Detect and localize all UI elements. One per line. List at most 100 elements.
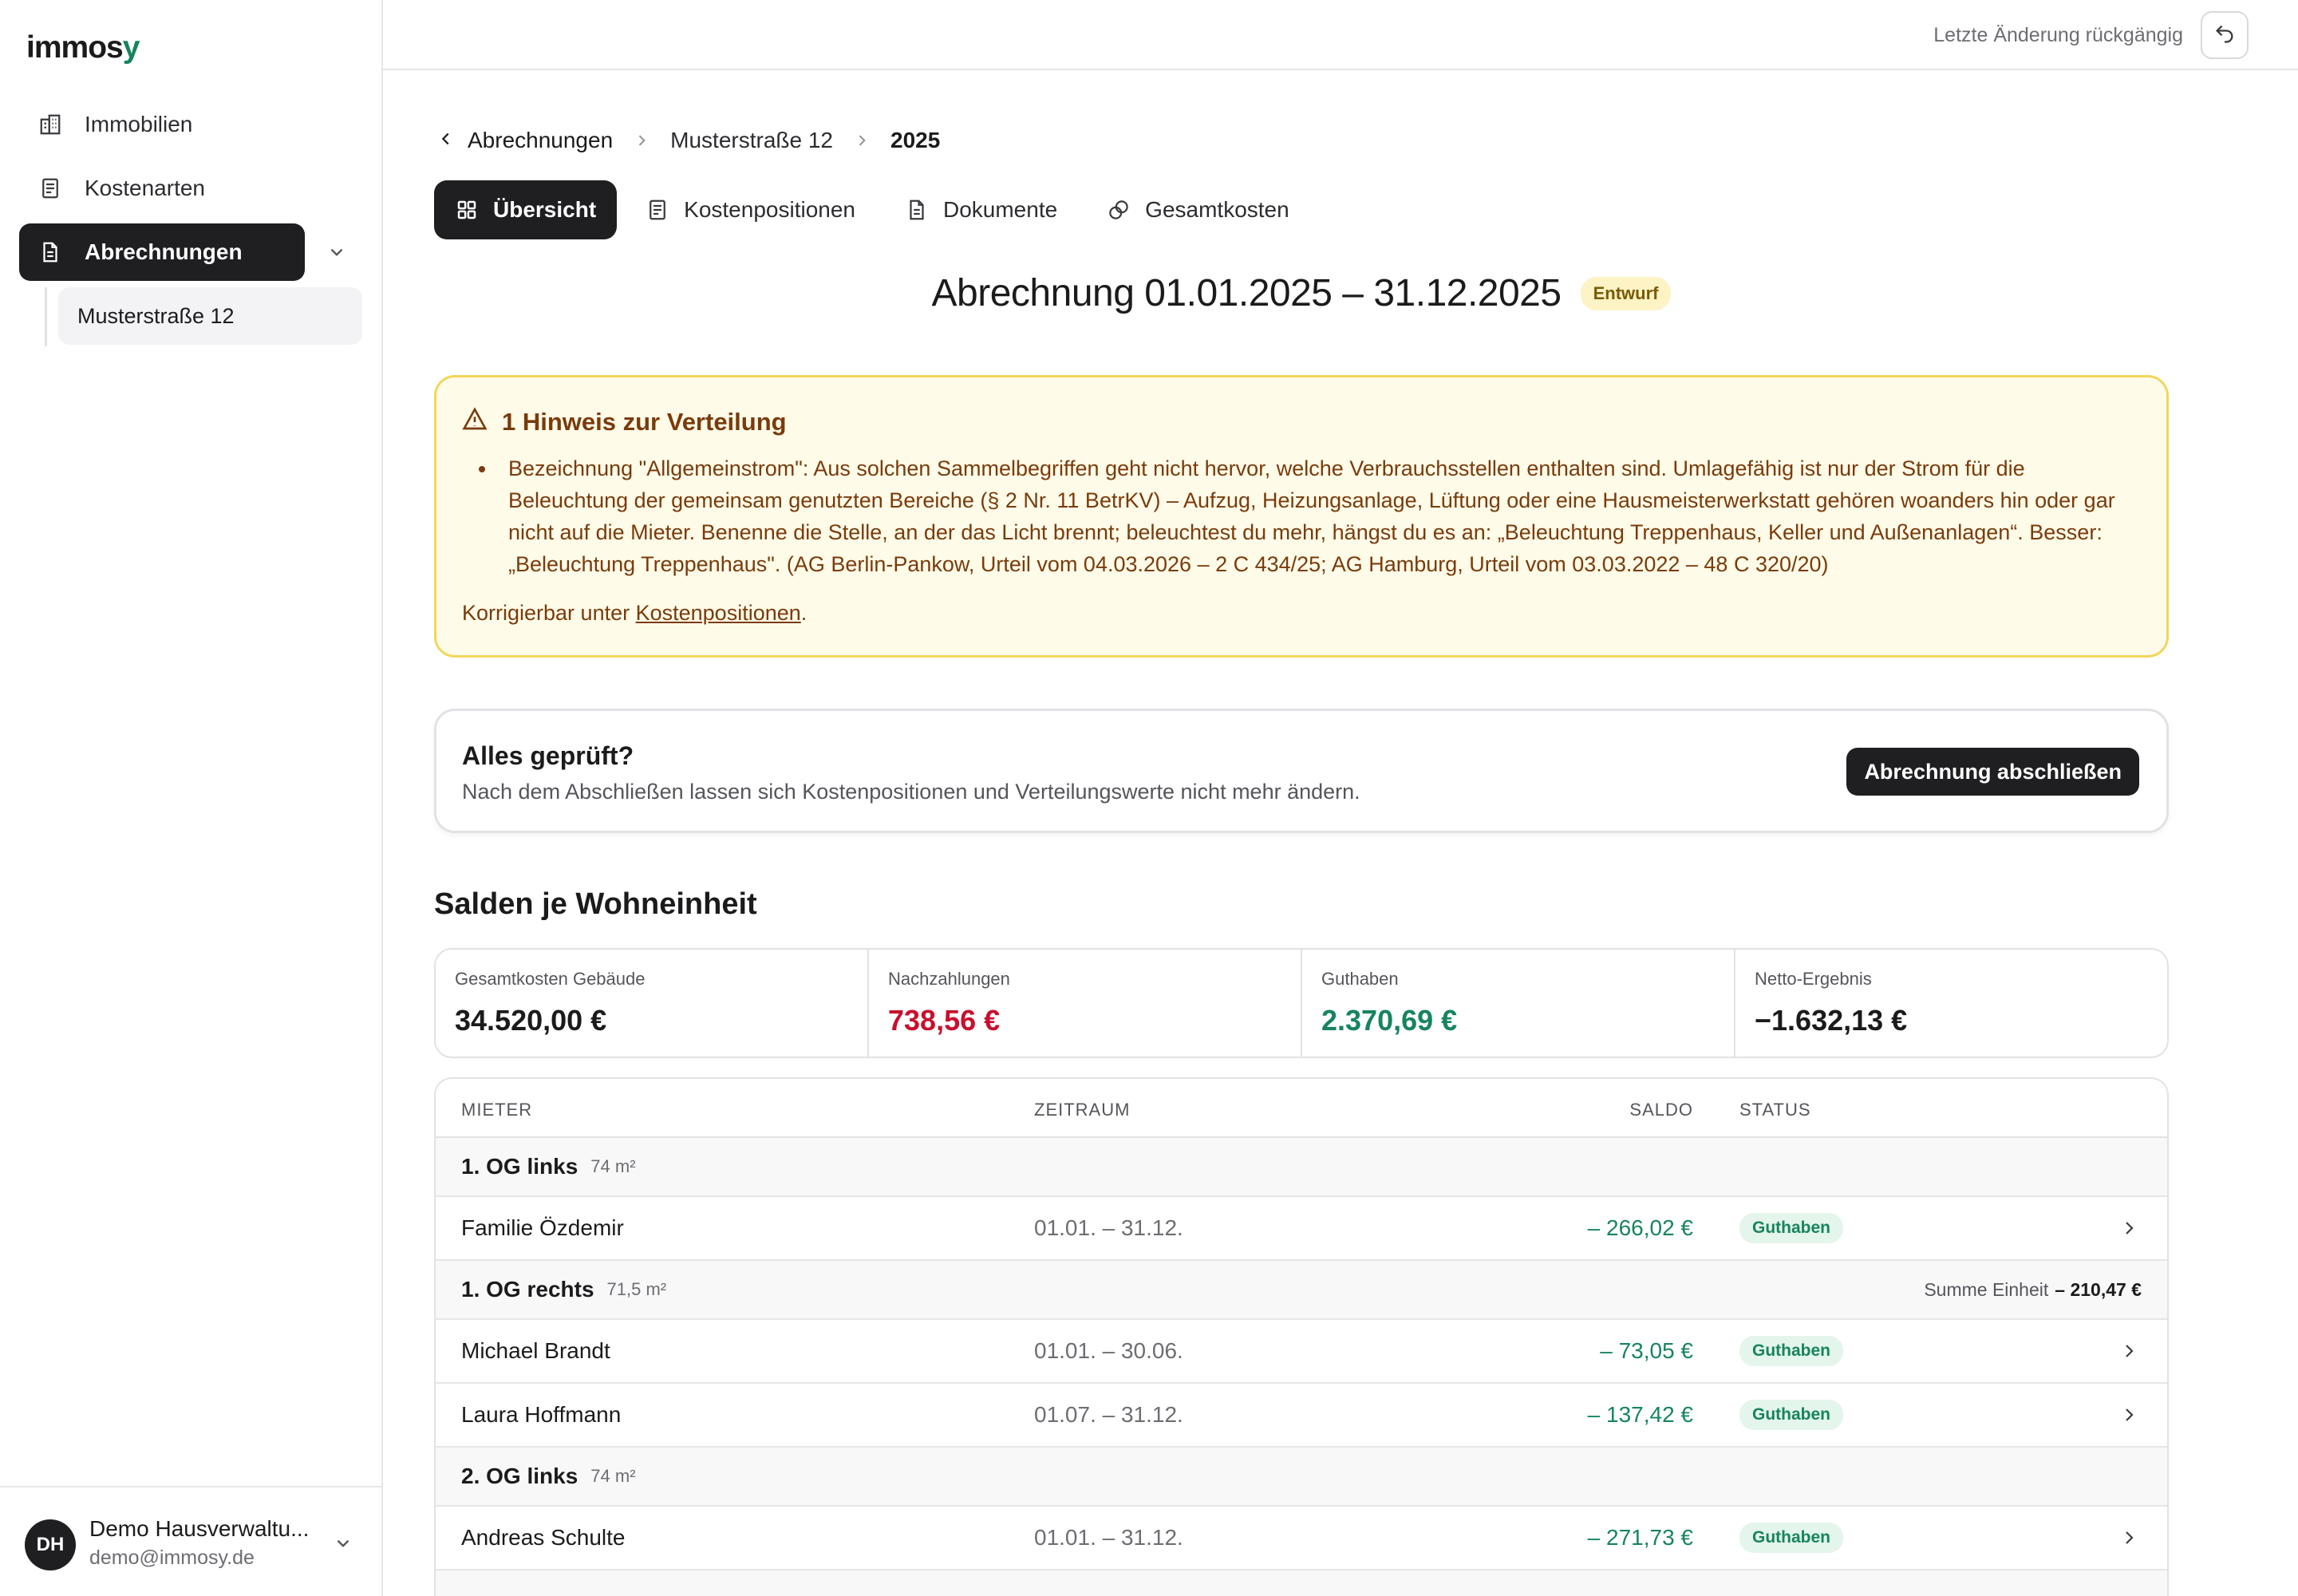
top-bar: Letzte Änderung rückgängig (383, 0, 2298, 70)
sidebar: immosy Immobilien Kostenarten Abrechnung… (0, 0, 383, 1596)
receipt-icon (646, 198, 669, 222)
table-row[interactable]: Andreas Schulte 01.01. – 31.12. – 271,73… (436, 1507, 2167, 1570)
unit-area: 74 m² (590, 1466, 636, 1486)
status-badge: Entwurf (1580, 276, 1672, 310)
sidebar-item-label: Abrechnungen (85, 239, 243, 264)
chevron-left-icon (437, 128, 468, 153)
unit-area: 71,5 m² (606, 1279, 667, 1299)
table-row[interactable]: Familie Özdemir 01.01. – 31.12. – 266,02… (436, 1197, 2167, 1261)
unit-group-row: 1. OG rechts 71,5 m² Summe Einheit – 210,4… (436, 1261, 2167, 1320)
column-header-status[interactable]: STATUS (1739, 1100, 1811, 1120)
app-logo[interactable]: immosy (26, 30, 140, 65)
chevron-right-icon[interactable] (2119, 1384, 2138, 1446)
stat-net-result: Netto-Ergebnis −1.632,13 € (1735, 950, 2167, 1057)
warning-header: 1 Hinweis zur Verteilung (462, 406, 787, 438)
stat-value: 738,56 € (888, 1004, 1001, 1037)
tenant-name: Laura Hoffmann (461, 1402, 622, 1427)
stat-label: Gesamtkosten Gebäude (455, 969, 646, 989)
chevron-down-icon[interactable] (322, 238, 351, 267)
undo-button[interactable] (2201, 11, 2249, 59)
unit-sum-value: – 210,47 € (2055, 1278, 2142, 1300)
status-badge: Guthaben (1739, 1523, 1843, 1553)
stat-value: 2.370,69 € (1321, 1004, 1458, 1037)
breadcrumb-back-label: Abrechnungen (468, 128, 614, 152)
document-icon (37, 239, 64, 266)
warning-footer: Korrigierbar unter Kostenpositionen. (462, 601, 807, 625)
unit-sum: Summe Einheit – 210,47 € (1924, 1261, 2142, 1318)
status-badge: Guthaben (1739, 1400, 1843, 1430)
warning-icon (462, 406, 502, 438)
user-email: demo@immosy.de (89, 1547, 255, 1569)
status-badge: Guthaben (1739, 1336, 1843, 1366)
unit-name: 1. OG links (461, 1154, 578, 1179)
breadcrumb-property-link[interactable]: Musterstraße 12 (670, 128, 833, 153)
finalize-card: Alles geprüft? Nach dem Abschließen lass… (434, 709, 2169, 833)
chevron-right-icon[interactable] (2119, 1197, 2138, 1259)
user-menu[interactable]: DH Demo Hausverwaltu... demo@immosy.de (0, 1486, 381, 1596)
tenant-name: Michael Brandt (461, 1338, 610, 1363)
unit-name: 1. OG rechts (461, 1277, 594, 1302)
tenant-period: 01.01. – 30.06. (1034, 1338, 1183, 1363)
finalize-description: Nach dem Abschließen lassen sich Kostenp… (462, 780, 1360, 804)
warning-title: 1 Hinweis zur Verteilung (502, 408, 787, 436)
unit-group-row (436, 1570, 2167, 1596)
column-header-saldo[interactable]: SALDO (1629, 1100, 1693, 1120)
tenant-name: Andreas Schulte (461, 1525, 626, 1550)
tab-label: Dokumente (942, 197, 1058, 222)
tab-label: Gesamtkosten (1145, 197, 1289, 222)
coins-icon (1107, 198, 1131, 222)
stat-label: Netto-Ergebnis (1755, 969, 1872, 989)
tab-label: Kostenpositionen (684, 197, 855, 222)
avatar: DH (25, 1519, 76, 1570)
balances-table: MIETER ZEITRAUM SALDO STATUS 1. OG links… (434, 1077, 2169, 1596)
tab-bar: Übersicht Kostenpositionen Dokumente Ges… (434, 180, 1318, 239)
undo-label: Letzte Änderung rückgängig (1933, 24, 2183, 46)
tenant-period: 01.07. – 31.12. (1034, 1402, 1183, 1427)
user-name: Demo Hausverwaltu... (89, 1516, 310, 1541)
warning-list: Bezeichnung "Allgemeinstrom": Aus solche… (476, 452, 2120, 580)
unit-sum-label: Summe Einheit (1924, 1278, 2049, 1300)
breadcrumb: Abrechnungen Musterstraße 12 2025 (437, 128, 940, 153)
sidebar-item-abrechnungen[interactable]: Abrechnungen (19, 223, 305, 281)
breadcrumb-back-link[interactable]: Abrechnungen (437, 128, 613, 153)
chevron-right-icon (854, 132, 870, 148)
tenant-period: 01.01. – 31.12. (1034, 1525, 1183, 1550)
building-icon (37, 111, 64, 138)
tenant-saldo: – 271,73 € (1587, 1525, 1693, 1550)
tab-gesamtkosten[interactable]: Gesamtkosten (1086, 180, 1310, 239)
tab-label: Übersicht (493, 197, 597, 222)
chevron-right-icon[interactable] (2119, 1507, 2138, 1569)
sidebar-subitem-musterstrasse[interactable]: Musterstraße 12 (58, 287, 362, 345)
sidebar-subnav: Musterstraße 12 (45, 287, 362, 346)
sidebar-item-label: Kostenarten (85, 176, 205, 200)
chevron-right-icon[interactable] (2119, 1320, 2138, 1382)
tab-dokumente[interactable]: Dokumente (884, 180, 1078, 239)
table-row[interactable]: Michael Brandt 01.01. – 30.06. – 73,05 €… (436, 1320, 2167, 1384)
tenant-saldo: – 137,42 € (1587, 1402, 1693, 1427)
tenant-name: Familie Özdemir (461, 1215, 624, 1240)
stat-credits: Guthaben 2.370,69 € (1302, 950, 1735, 1057)
tab-uebersicht[interactable]: Übersicht (434, 180, 618, 239)
tab-kostenpositionen[interactable]: Kostenpositionen (625, 180, 876, 239)
stats-summary: Gesamtkosten Gebäude 34.520,00 € Nachzah… (434, 948, 2169, 1058)
table-header: MIETER ZEITRAUM SALDO STATUS (436, 1079, 2167, 1138)
warning-item: Bezeichnung "Allgemeinstrom": Aus solche… (497, 452, 2120, 580)
unit-group-row: 1. OG links 74 m² (436, 1138, 2167, 1197)
column-header-period[interactable]: ZEITRAUM (1034, 1100, 1130, 1120)
tenant-period: 01.01. – 31.12. (1034, 1215, 1183, 1240)
unit-group-row: 2. OG links 74 m² (436, 1448, 2167, 1507)
unit-name: 2. OG links (461, 1464, 578, 1488)
column-header-tenant[interactable]: MIETER (461, 1100, 532, 1120)
tenant-saldo: – 266,02 € (1587, 1215, 1693, 1240)
sidebar-nav: Immobilien Kostenarten Abrechnungen (19, 96, 362, 287)
table-row[interactable]: Laura Hoffmann 01.07. – 31.12. – 137,42 … (436, 1384, 2167, 1448)
sidebar-item-kostenarten[interactable]: Kostenarten (19, 160, 362, 217)
chevron-down-icon[interactable] (329, 1529, 357, 1558)
tenant-saldo: – 73,05 € (1600, 1338, 1693, 1363)
stat-label: Guthaben (1321, 969, 1399, 989)
kostenpositionen-link[interactable]: Kostenpositionen (636, 601, 801, 625)
sidebar-item-label: Immobilien (85, 112, 193, 136)
sidebar-item-immobilien[interactable]: Immobilien (19, 96, 362, 153)
finalize-title: Alles geprüft? (462, 741, 634, 770)
finalize-button[interactable]: Abrechnung abschließen (1846, 748, 2139, 796)
